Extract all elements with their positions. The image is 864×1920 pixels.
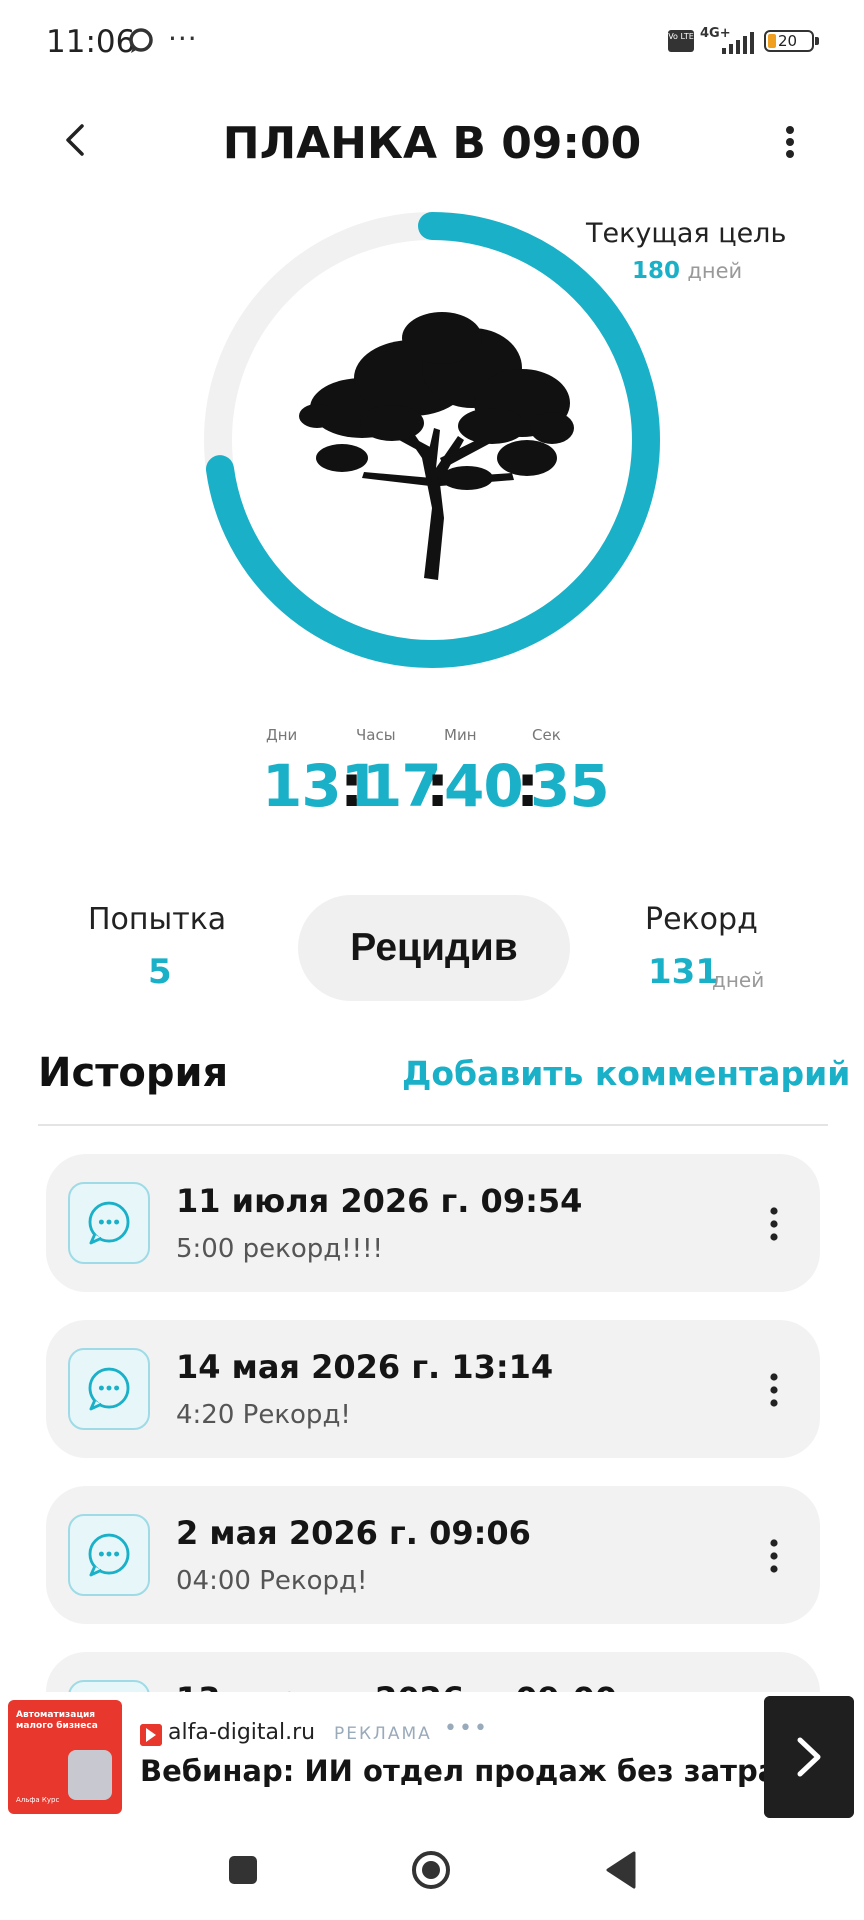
comment-icon <box>68 1182 150 1264</box>
attempt-label: Попытка <box>88 902 227 937</box>
home-button[interactable] <box>410 1849 452 1891</box>
history-date: 14 мая 2026 г. 13:14 <box>176 1348 554 1386</box>
ad-open-button[interactable] <box>764 1696 854 1818</box>
comment-icon <box>68 1514 150 1596</box>
recents-button[interactable] <box>229 1856 257 1884</box>
timer-seconds: 35 <box>530 752 610 820</box>
goal-days: 180 <box>632 258 681 284</box>
ad-image-brand: Альфа Курс <box>16 1796 60 1804</box>
nav-back-button[interactable] <box>604 1851 638 1889</box>
signal-icon <box>722 32 754 54</box>
ad-image-shape <box>68 1750 112 1800</box>
item-menu-button[interactable] <box>762 1370 786 1410</box>
battery-icon: 20 <box>764 30 814 52</box>
history-date: 11 июля 2026 г. 09:54 <box>176 1182 583 1220</box>
relapse-button[interactable]: Рецидив <box>298 895 570 1001</box>
history-item[interactable]: 2 мая 2026 г. 09:06 04:00 Рекорд! <box>46 1486 820 1624</box>
timer-seconds-label: Сек <box>532 726 561 744</box>
ad-site-logo-icon <box>140 1724 162 1746</box>
goal-value: 180 дней <box>632 258 742 284</box>
timer-minutes: 40 <box>444 752 524 820</box>
history-note: 04:00 Рекорд! <box>176 1566 368 1596</box>
timer-minutes-label: Мин <box>444 726 477 744</box>
timer-hours-label: Часы <box>356 726 396 744</box>
kebab-menu-button[interactable] <box>770 120 810 164</box>
history-item[interactable]: 14 мая 2026 г. 13:14 4:20 Рекорд! <box>46 1320 820 1458</box>
comment-icon <box>68 1348 150 1430</box>
ad-image-text: Автоматизация малого бизнеса <box>16 1710 98 1731</box>
chat-bubble-icon <box>129 28 153 53</box>
goal-label: Текущая цель <box>586 218 787 249</box>
record-unit: дней <box>712 968 765 992</box>
item-menu-button[interactable] <box>762 1536 786 1576</box>
ad-site[interactable]: alfa-digital.ru <box>168 1720 315 1745</box>
history-note: 4:20 Рекорд! <box>176 1400 351 1430</box>
history-title: История <box>38 1050 229 1096</box>
battery-tip <box>815 37 819 45</box>
timer-days-label: Дни <box>266 726 298 744</box>
volte-icon: Vo LTE <box>668 30 694 52</box>
history-note: 5:00 рекорд!!!! <box>176 1234 383 1264</box>
ad-label: РЕКЛАМА <box>334 1724 432 1744</box>
history-item[interactable]: 11 июля 2026 г. 09:54 5:00 рекорд!!!! <box>46 1154 820 1292</box>
history-date: 2 мая 2026 г. 09:06 <box>176 1514 531 1552</box>
record-label: Рекорд <box>645 902 758 937</box>
tree-icon <box>299 312 574 580</box>
attempt-value: 5 <box>148 952 172 992</box>
divider <box>38 1124 828 1126</box>
battery-level <box>768 34 776 48</box>
page-title: ПЛАНКА В 09:00 <box>222 118 642 169</box>
battery-percent: 20 <box>778 32 798 50</box>
add-comment-link[interactable]: Добавить комментарий <box>402 1054 850 1093</box>
goal-unit: дней <box>687 259 743 283</box>
timer-separator: : <box>340 752 363 820</box>
status-more-icon: ··· <box>168 22 198 55</box>
record-value: 131 <box>648 952 719 992</box>
kebab-menu-icon <box>786 126 794 158</box>
status-time: 11:06 <box>46 24 136 60</box>
item-menu-button[interactable] <box>762 1204 786 1244</box>
ad-image[interactable]: Автоматизация малого бизнеса Альфа Курс <box>8 1700 122 1814</box>
ad-options-icon[interactable]: ••• <box>444 1716 489 1741</box>
ad-headline[interactable]: Вебинар: ИИ отдел продаж без затрат <box>140 1754 794 1788</box>
